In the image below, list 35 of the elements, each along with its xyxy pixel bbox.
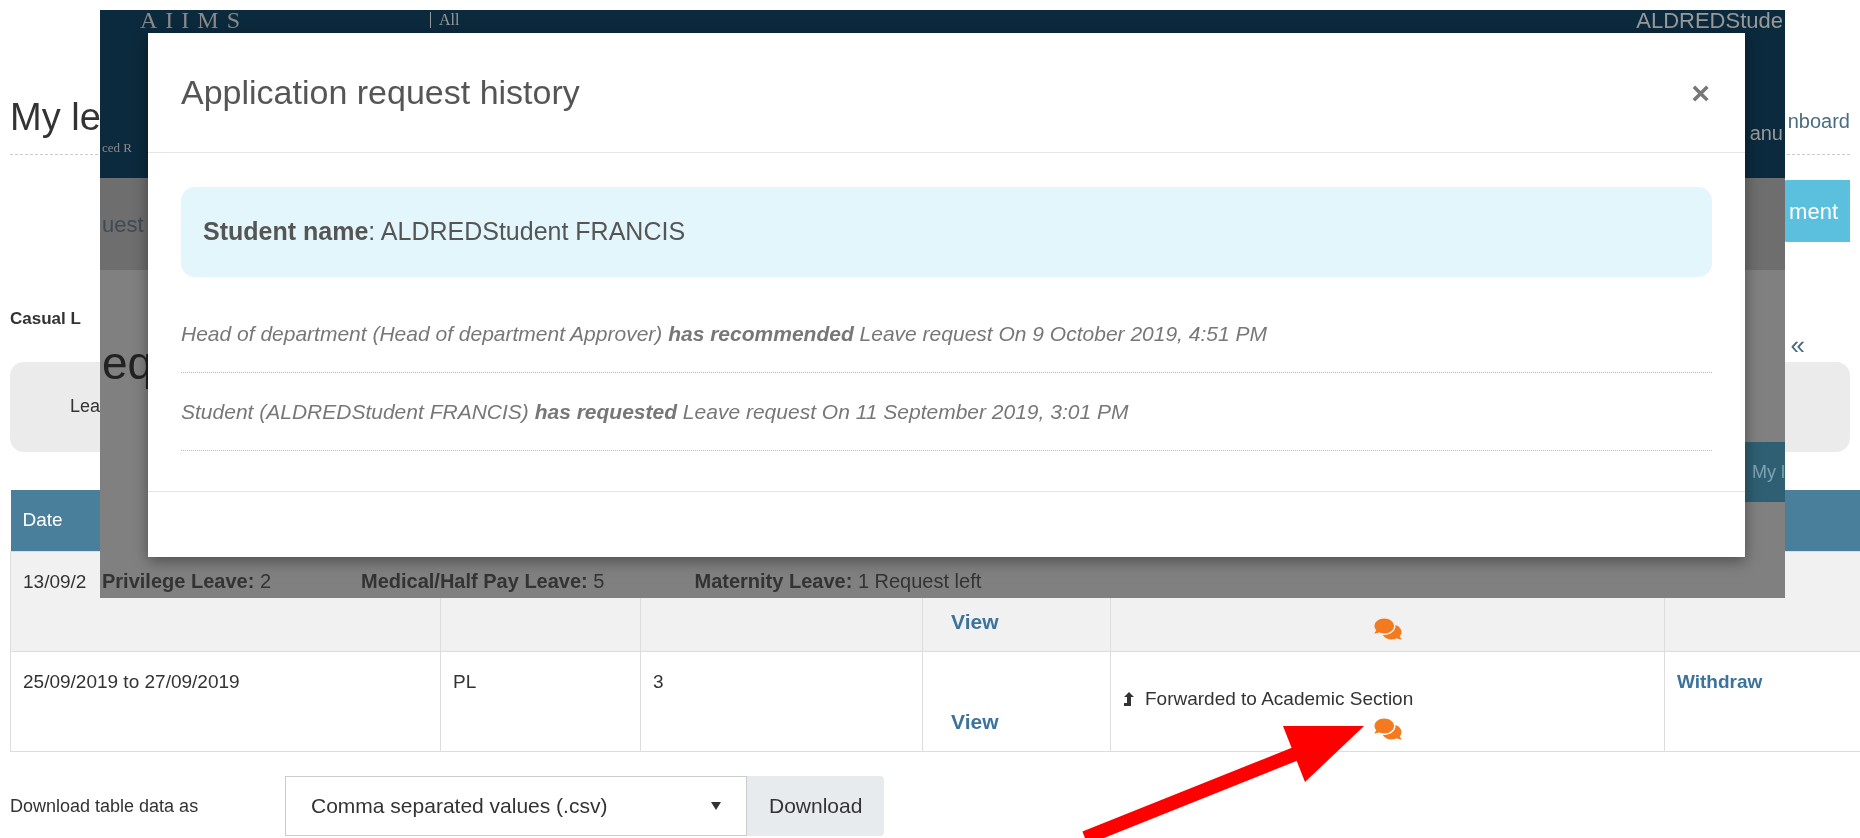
leave-balance: Privilege Leave: 2 (102, 569, 271, 594)
date-cell: 25/09/2019 to 27/09/2019 (23, 671, 240, 692)
history-entry: Head of department (Head of department Approver) has recommended Leave request On 9 October 2019, 4:51 PM (181, 320, 1267, 347)
days-cell: 3 (653, 671, 664, 692)
filter-label: Lea (70, 395, 101, 418)
caret-icon (711, 802, 721, 810)
view-link[interactable]: View (951, 710, 999, 733)
arrow-up-icon (1123, 690, 1135, 707)
modal-title: Application request history (181, 72, 580, 113)
collapse-toggle[interactable]: « (1790, 331, 1805, 358)
logo-text: AIIMS (140, 10, 248, 32)
comments-icon[interactable] (1373, 617, 1402, 641)
dashboard-link[interactable]: nboard (1787, 106, 1850, 136)
menu-fragment: anu (1749, 121, 1783, 146)
leave-balance: Medical/Half Pay Leave: 5 (361, 569, 605, 594)
withdraw-link[interactable]: Withdraw (1677, 671, 1763, 692)
logo-tagline: ced R (102, 139, 132, 157)
comments-icon[interactable] (1373, 717, 1402, 741)
column-header: Date (10, 489, 441, 552)
student-name: Student name: ALDREDStudent FRANCIS (203, 216, 686, 248)
logo-subtitle: All (430, 12, 460, 28)
leave-balance: Maternity Leave: 1 Request left (694, 569, 982, 594)
close-button[interactable]: × (1691, 76, 1710, 109)
leave-summary-label: Casual L (10, 309, 81, 328)
format-select[interactable]: Comma separated values (.csv) (285, 776, 747, 836)
leave-type-cell: PL (453, 671, 477, 692)
download-button[interactable]: Download (747, 776, 885, 836)
status-text: Forwarded to Academic Section (1145, 686, 1414, 711)
page-heading: My le (10, 98, 101, 136)
date-cell: 13/09/2 (23, 571, 87, 592)
user-name: ALDREDStude (1636, 10, 1783, 32)
table-header-fragment: My l (1752, 460, 1785, 484)
history-entry: Student (ALDREDStudent FRANCIS) has requested Leave request On 11 September 2019, 3:01 PM (181, 398, 1129, 425)
view-link[interactable]: View (951, 610, 999, 633)
download-label: Download table data as (10, 794, 200, 818)
